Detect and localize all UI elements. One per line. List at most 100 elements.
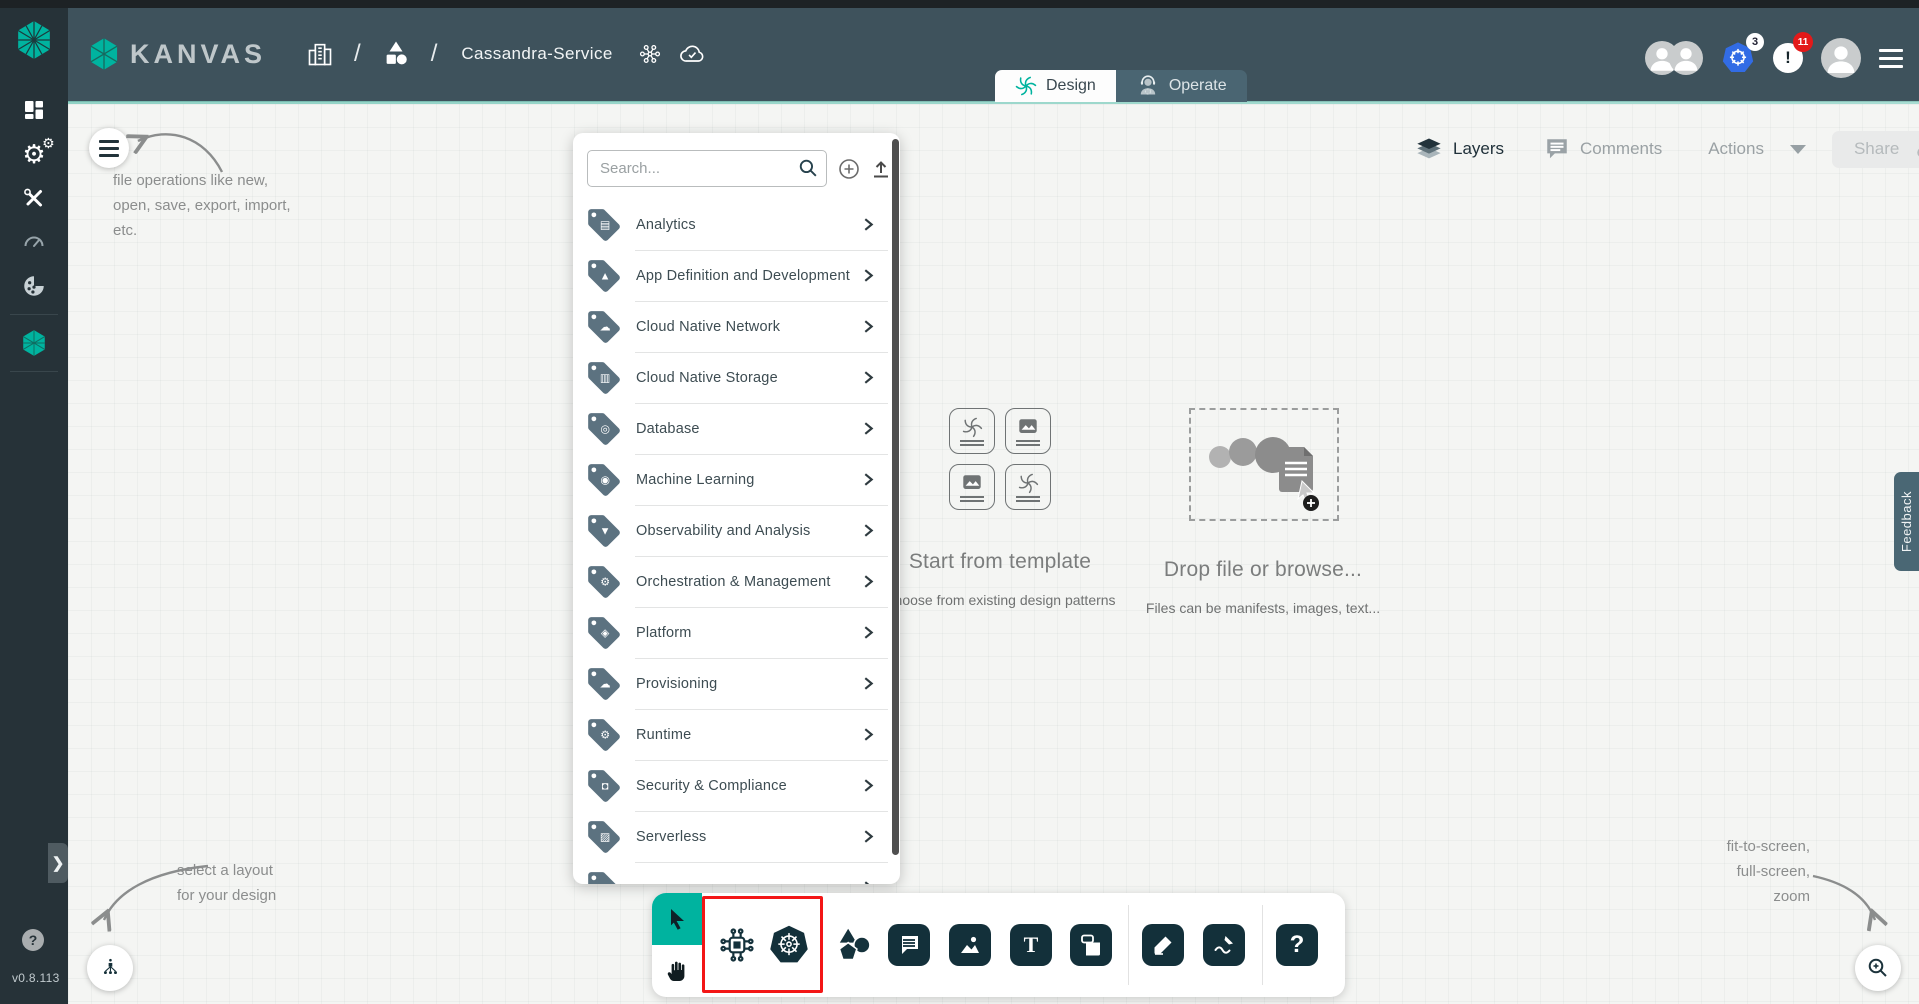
share-button[interactable]: Share — [1832, 131, 1919, 168]
feedback-tab[interactable]: Feedback — [1894, 472, 1919, 571]
breadcrumb-separator: / — [354, 40, 361, 68]
help-button[interactable]: ? — [22, 929, 44, 951]
category-label: Database — [636, 421, 700, 437]
sidebar-item-configuration[interactable] — [0, 176, 68, 220]
shapes-tool[interactable] — [832, 924, 874, 966]
chevron-right-icon — [861, 217, 876, 232]
category-tag-icon: ☁ — [585, 308, 623, 346]
category-row[interactable]: ◎ Database — [573, 403, 900, 454]
help-tool[interactable]: ? — [1276, 924, 1318, 966]
component-shape-tool[interactable] — [716, 924, 758, 966]
category-glyph: ☁ — [600, 680, 611, 691]
search-box — [587, 150, 827, 187]
annotation-zoom: fit-to-screen, full-screen, zoom — [1610, 834, 1810, 909]
tab-design[interactable]: Design — [995, 70, 1116, 102]
kanvas-brand[interactable]: KANVAS — [88, 37, 266, 71]
search-icon — [798, 158, 819, 184]
category-row[interactable]: ◉ Machine Learning — [573, 454, 900, 505]
category-row[interactable]: ⚙ Runtime — [573, 709, 900, 760]
comment-icon — [897, 933, 921, 957]
pan-tool[interactable] — [652, 945, 702, 997]
category-glyph: ◘ — [602, 782, 609, 793]
header-right: 3 ! 11 — [1645, 38, 1903, 78]
category-row[interactable]: ◘ Security & Compliance — [573, 760, 900, 811]
kubernetes-context-button[interactable]: 3 — [1721, 41, 1755, 75]
category-row[interactable]: ▤ Analytics — [573, 199, 900, 250]
category-tag-icon: ☁ — [585, 665, 623, 703]
extensions-pie-icon — [21, 273, 47, 299]
kubernetes-tool[interactable] — [768, 924, 810, 966]
meshery-logo[interactable] — [0, 8, 68, 72]
comment-tool[interactable] — [888, 924, 930, 966]
chevron-right-icon — [861, 421, 876, 436]
toolbar-divider — [1262, 905, 1263, 985]
chevron-right-icon — [861, 268, 876, 283]
mode-tabs: Design Operate — [995, 70, 1247, 102]
tab-design-label: Design — [1046, 77, 1096, 95]
design-name[interactable]: Cassandra-Service — [461, 44, 612, 64]
category-glyph: ▲ — [600, 272, 611, 283]
header-menu-button[interactable] — [1879, 49, 1903, 68]
category-row[interactable]: ☁ Cloud Native Network — [573, 301, 900, 352]
file-operations-menu-button[interactable] — [89, 128, 129, 168]
category-row[interactable]: ◈ Platform — [573, 607, 900, 658]
organization-icon[interactable] — [306, 39, 334, 69]
comments-icon — [1544, 136, 1570, 162]
template-thumbnails — [905, 408, 1095, 510]
category-label: Security & Compliance — [636, 778, 787, 794]
category-tag-icon: ▤ — [585, 206, 623, 244]
user-avatar[interactable] — [1821, 38, 1861, 78]
designs-shapes-icon[interactable] — [381, 39, 411, 69]
import-upload-button[interactable] — [871, 155, 891, 183]
category-row[interactable]: ☁ Provisioning — [573, 658, 900, 709]
frame-tool[interactable] — [1070, 924, 1112, 966]
edit-pen-tool[interactable] — [1142, 924, 1184, 966]
sidebar-item-lifecycle[interactable]: ⚙ ⚙ — [0, 132, 68, 176]
zoom-controls-button[interactable] — [1855, 945, 1901, 991]
template-thumb-image — [1005, 408, 1051, 454]
tab-operate[interactable]: Operate — [1116, 70, 1247, 102]
category-row[interactable]: ▼ Observability and Analysis — [573, 505, 900, 556]
comments-button[interactable]: Comments — [1544, 136, 1662, 162]
category-tag-icon: ◘ — [585, 767, 623, 805]
shapes-icon — [832, 924, 874, 966]
help-glyph: ? — [1290, 931, 1305, 959]
freehand-draw-tool[interactable] — [1203, 924, 1245, 966]
category-row[interactable]: ▩ — [573, 862, 900, 884]
select-tool-active[interactable] — [652, 893, 702, 945]
actions-dropdown[interactable]: Actions — [1708, 139, 1806, 159]
category-label: Provisioning — [636, 676, 717, 692]
sidebar-item-performance[interactable] — [0, 220, 68, 264]
collaborator-avatars[interactable] — [1645, 41, 1703, 75]
layout-select-button[interactable] — [87, 945, 133, 991]
chevron-right-icon — [861, 574, 876, 589]
template-thumb-image — [949, 464, 995, 510]
mesh-sync-icon[interactable] — [637, 41, 663, 67]
feedback-label: Feedback — [1899, 491, 1914, 552]
drop-file-zone[interactable]: Drop file or browse... Files can be mani… — [1188, 408, 1340, 616]
category-tag-icon: ▩ — [585, 869, 623, 885]
dropzone-title: Drop file or browse... — [1133, 558, 1393, 582]
category-row[interactable]: ⚙ Orchestration & Management — [573, 556, 900, 607]
sidebar-item-extensions[interactable] — [0, 264, 68, 308]
add-component-button[interactable] — [837, 155, 861, 183]
text-tool[interactable]: T — [1010, 924, 1052, 966]
annotation-file-operations: file operations like new, open, save, ex… — [113, 168, 291, 243]
category-row[interactable]: ▲ App Definition and Development — [573, 250, 900, 301]
category-row[interactable]: ▨ Serverless — [573, 811, 900, 862]
panel-scrollbar[interactable] — [892, 139, 899, 855]
start-from-template-card[interactable]: Start from template Choose from existing… — [905, 408, 1095, 608]
breadcrumb-separator: / — [431, 40, 438, 68]
actions-label: Actions — [1708, 139, 1764, 159]
category-row[interactable]: ▥ Cloud Native Storage — [573, 352, 900, 403]
sidebar-item-kanvas-active[interactable] — [0, 321, 68, 365]
sidebar-collapse-button[interactable]: ❯ — [48, 843, 68, 883]
search-input[interactable] — [587, 150, 827, 187]
dropzone-dashed-area — [1189, 408, 1339, 521]
sidebar-item-dashboard[interactable] — [0, 88, 68, 132]
layers-button[interactable]: Layers — [1415, 135, 1504, 163]
notifications-button[interactable]: ! 11 — [1773, 43, 1803, 73]
image-tool[interactable] — [949, 924, 991, 966]
hamburger-icon — [99, 140, 119, 157]
cloud-sync-status-icon[interactable] — [677, 40, 707, 68]
